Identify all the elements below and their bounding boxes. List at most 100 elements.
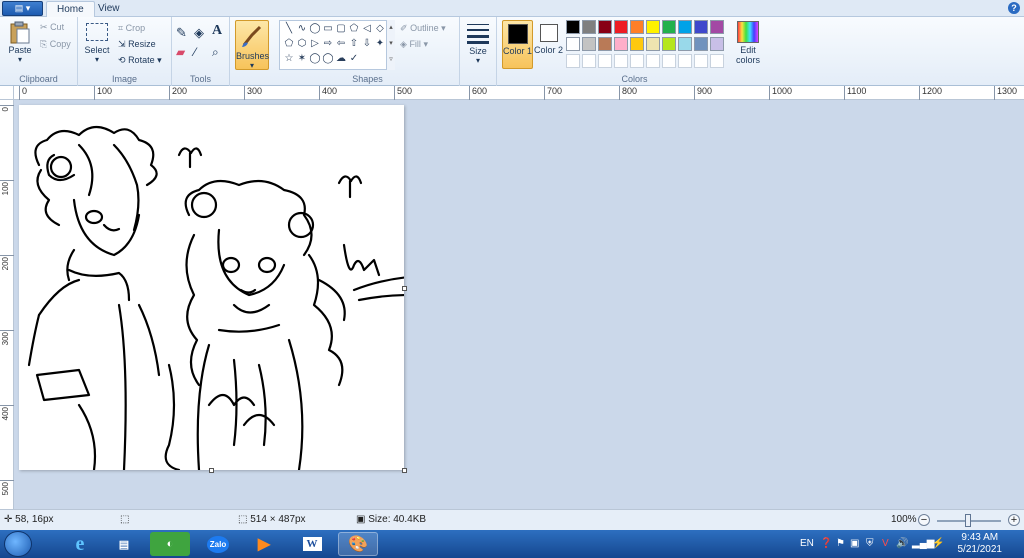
color2-button[interactable]: Color 2 [533,20,564,69]
palette-swatch[interactable] [598,20,612,34]
text-tool-icon[interactable]: A [212,23,222,39]
eraser-icon[interactable]: ▰ [176,45,185,59]
shape-option[interactable]: ▢ [334,23,348,35]
size-button[interactable]: Size ▾ [464,22,492,65]
language-indicator[interactable]: EN [800,538,814,549]
resize-handle-bottom[interactable] [209,468,214,473]
internet-explorer-icon[interactable]: e [60,532,100,556]
palette-swatch[interactable] [662,20,676,34]
palette-swatch[interactable] [646,20,660,34]
magnifier-icon[interactable]: ⌕ [212,45,219,60]
palette-swatch[interactable] [694,20,708,34]
shape-option[interactable]: ∿ [295,23,309,35]
shape-option[interactable]: ⬠ [282,38,296,50]
palette-swatch[interactable] [630,20,644,34]
palette-swatch[interactable] [582,54,596,68]
palette-swatch[interactable] [694,54,708,68]
antivirus-icon[interactable]: ⛨ [866,538,874,549]
clock[interactable]: 9:43 AM 5/21/2021 [958,532,1003,556]
palette-swatch[interactable] [614,20,628,34]
word-icon[interactable]: W [292,532,332,556]
greenapp-icon[interactable]: ◐ [150,532,190,556]
shape-option[interactable]: ⇦ [334,38,348,50]
shape-option[interactable]: ◯ [308,23,322,35]
shape-option[interactable]: ⬠ [347,23,361,35]
palette-swatch[interactable] [710,37,724,51]
shapes-gallery[interactable]: ╲ ∿ ◯ ▭ ▢ ⬠ ◁ ◇ ⬠ ⬡ ▷ ⇨ ⇦ ⇧ ⇩ ✦ ☆ ✶ ◯ ◯ ☁ ✓ [279,20,395,70]
help-icon[interactable]: ? [1008,2,1020,14]
resize-handle-corner[interactable] [402,468,407,473]
resize-button[interactable]: ⇲ Resize [118,39,156,50]
palette-swatch[interactable] [710,54,724,68]
palette-swatch[interactable] [566,20,580,34]
media-player-icon[interactable]: ▶ [244,532,284,556]
pencil-icon[interactable]: ✎ [176,25,187,41]
palette-swatch[interactable] [582,20,596,34]
volume-icon[interactable]: 🔊 [896,538,908,549]
paint-taskbar-icon[interactable]: 🎨 [338,532,378,556]
v-tray-icon[interactable]: V [882,538,889,549]
zoom-in-button[interactable]: + [1008,514,1020,526]
palette-swatch[interactable] [694,37,708,51]
palette-swatch[interactable] [630,54,644,68]
control-panel-icon[interactable]: ▤ [104,532,144,556]
app-tray-icon[interactable]: ▣ [850,538,859,549]
shape-option[interactable]: ▭ [321,23,335,35]
shape-option[interactable]: ✓ [347,53,361,65]
shape-option[interactable]: ▷ [308,38,322,50]
palette-swatch[interactable] [678,20,692,34]
palette-swatch[interactable] [710,20,724,34]
rotate-button[interactable]: ⟲ Rotate ▾ [118,55,162,66]
palette-swatch[interactable] [582,37,596,51]
shape-option[interactable]: ⇨ [321,38,335,50]
palette-swatch[interactable] [662,54,676,68]
outline-button[interactable]: ✐ Outline ▾ [400,23,446,34]
shape-option[interactable]: ◯ [308,53,322,65]
network-icon[interactable]: ⚡ [932,538,944,549]
resize-handle-right[interactable] [402,286,407,291]
fill-button[interactable]: ◈ Fill ▾ [400,39,428,50]
shape-option[interactable]: ⇧ [347,38,361,50]
zoom-slider-thumb[interactable] [965,514,971,527]
flag-icon[interactable]: ⚑ [836,538,845,549]
palette-swatch[interactable] [598,37,612,51]
brushes-button[interactable]: Brushes ▾ [235,20,269,70]
palette-swatch[interactable] [566,37,580,51]
shape-option[interactable]: ✦ [373,38,387,50]
paste-button[interactable]: Paste ▾ [6,21,34,64]
shape-option[interactable]: ⇩ [360,38,374,50]
shapes-scroll[interactable]: ▴ ▾ ▿ [386,20,395,70]
fill-bucket-icon[interactable]: ◈ [194,25,204,41]
tab-view[interactable]: View [88,1,130,17]
shape-option[interactable]: ✶ [295,53,309,65]
palette-swatch[interactable] [662,37,676,51]
start-button[interactable] [4,531,32,557]
drawing-canvas[interactable] [19,105,411,473]
edit-colors-button[interactable]: Edit colors [731,21,765,65]
palette-swatch[interactable] [614,37,628,51]
paint-menu-button[interactable]: ▤ ▾ [2,1,43,16]
crop-button[interactable]: ⌗ Crop [118,23,145,34]
palette-swatch[interactable] [678,54,692,68]
palette-swatch[interactable] [646,37,660,51]
shape-option[interactable]: ◇ [373,23,387,35]
color1-button[interactable]: Color 1 [502,20,533,69]
shape-option[interactable]: ◯ [321,53,335,65]
palette-swatch[interactable] [678,37,692,51]
shape-option[interactable]: ◁ [360,23,374,35]
shape-option[interactable]: ⬡ [295,38,309,50]
cut-button[interactable]: ✂ Cut [40,22,64,33]
zoom-out-button[interactable]: − [918,514,930,526]
palette-swatch[interactable] [630,37,644,51]
palette-swatch[interactable] [566,54,580,68]
palette-swatch[interactable] [646,54,660,68]
zalo-icon[interactable]: Zalo [198,532,238,556]
palette-swatch[interactable] [598,54,612,68]
select-button[interactable]: Select ▾ [84,23,110,64]
color-picker-icon[interactable]: ⁄ [194,45,196,59]
shape-option[interactable]: ☆ [282,53,296,65]
help-tray-icon[interactable]: ❓ [820,538,832,549]
copy-button[interactable]: ⎘ Copy [40,39,71,50]
palette-swatch[interactable] [614,54,628,68]
shape-option[interactable]: ╲ [282,23,296,35]
